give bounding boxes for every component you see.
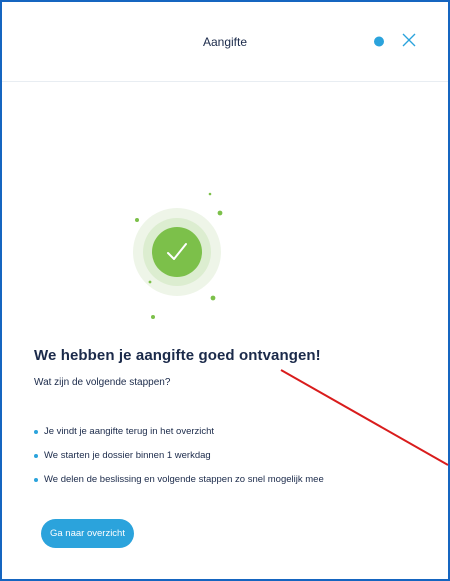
confetti-dot bbox=[135, 218, 139, 222]
status-dot-icon bbox=[374, 36, 384, 47]
step-text: Je vindt je aangifte terug in het overzi… bbox=[44, 426, 215, 437]
bullet-icon bbox=[34, 478, 38, 482]
success-heading: We hebben je aangifte goed ontvangen! bbox=[34, 347, 321, 364]
next-steps-list: Je vindt je aangifte terug in het overzi… bbox=[34, 426, 324, 498]
list-item: Je vindt je aangifte terug in het overzi… bbox=[34, 426, 324, 450]
step-text: We delen de beslissing en volgende stapp… bbox=[44, 474, 324, 485]
header-divider bbox=[2, 81, 448, 82]
step-text: We starten je dossier binnen 1 werkdag bbox=[44, 450, 211, 461]
confetti-dot bbox=[217, 210, 223, 216]
list-item: We delen de beslissing en volgende stapp… bbox=[34, 474, 324, 498]
bullet-icon bbox=[34, 454, 38, 458]
confetti-dot bbox=[208, 192, 212, 196]
dialog-frame: Aangifte We hebben je aangifte goed ontv… bbox=[0, 0, 450, 581]
checkmark-circle bbox=[152, 227, 202, 277]
list-item: We starten je dossier binnen 1 werkdag bbox=[34, 450, 324, 474]
confetti-dot bbox=[210, 295, 216, 301]
confetti-dot bbox=[148, 280, 152, 284]
close-icon[interactable] bbox=[400, 31, 418, 49]
next-steps-subheading: Wat zijn de volgende stappen? bbox=[34, 377, 171, 388]
success-illustration bbox=[133, 192, 223, 319]
confetti-dot bbox=[151, 315, 155, 319]
bullet-icon bbox=[34, 430, 38, 434]
go-to-overview-button[interactable]: Ga naar overzicht bbox=[41, 519, 134, 548]
dialog-header: Aangifte bbox=[2, 2, 448, 86]
